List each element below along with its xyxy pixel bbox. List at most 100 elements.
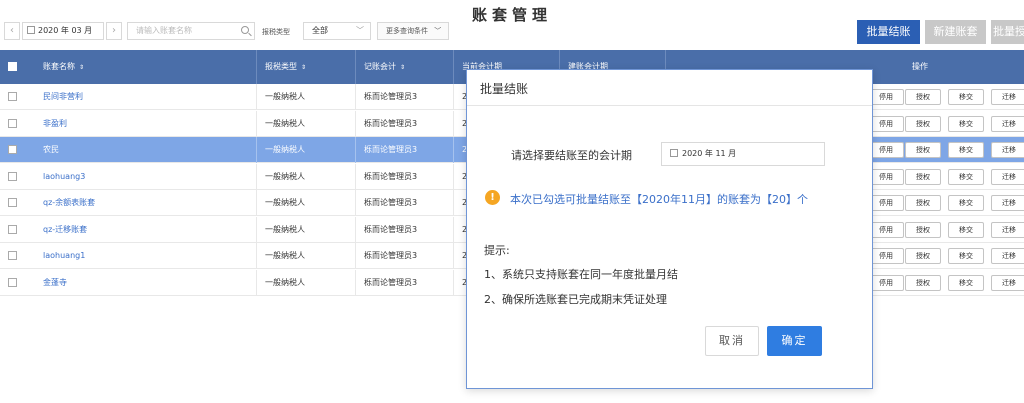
row-checkbox[interactable] <box>8 118 17 128</box>
chevron-down-icon: ﹀ <box>356 26 364 35</box>
tax-type-cell: 一般纳税人 <box>257 110 356 137</box>
batch-close-button[interactable]: 批量结账 <box>857 20 920 44</box>
authorize-button[interactable]: 授权 <box>905 248 941 264</box>
prev-period-button[interactable]: ‹ <box>4 22 20 40</box>
tips-title: 提示: <box>484 244 510 257</box>
col-header-tax[interactable]: 报税类型 ⇕ <box>257 50 356 84</box>
tax-type-cell: 一般纳税人 <box>257 137 356 163</box>
close-period-value: 2020 年 11 月 <box>682 149 737 158</box>
authorize-button[interactable]: 授权 <box>905 142 941 158</box>
sort-icon[interactable]: ⇕ <box>301 51 306 85</box>
migrate-button[interactable]: 迁移 <box>991 142 1024 158</box>
authorize-button[interactable]: 授权 <box>905 274 941 291</box>
new-account-button[interactable]: 新建账套 <box>925 20 986 44</box>
accountant-cell: 栎而论管理员3 <box>356 190 454 216</box>
tip-item: 2、确保所选账套已完成期末凭证处理 <box>484 293 667 306</box>
account-name-link[interactable]: 非盈利 <box>35 110 257 137</box>
close-period-picker[interactable]: 2020 年 11 月 <box>661 142 825 166</box>
tax-type-cell: 一般纳税人 <box>257 190 356 216</box>
search-icon[interactable] <box>241 26 249 34</box>
tax-type-label: 报税类型 <box>262 28 290 36</box>
accountant-cell: 栎而论管理员3 <box>356 137 454 163</box>
account-name-link[interactable]: laohuang1 <box>35 243 257 269</box>
transfer-button[interactable]: 移交 <box>948 195 984 211</box>
transfer-button[interactable]: 移交 <box>948 89 984 105</box>
disable-button[interactable]: 停用 <box>868 221 904 238</box>
accountant-cell: 栎而论管理员3 <box>356 84 454 110</box>
period-label: 请选择要结账至的会计期 <box>511 149 632 162</box>
period-value: 2020 年 03 月 <box>38 26 93 35</box>
disable-button[interactable]: 停用 <box>868 115 904 132</box>
account-name-link[interactable]: laohuang3 <box>35 163 257 190</box>
warning-message: 本次已勾选可批量结账至【2020年11月】的账套为【20】个 <box>510 193 808 206</box>
confirm-button[interactable]: 确定 <box>767 326 822 356</box>
batch-close-dialog: 批量结账 请选择要结账至的会计期 2020 年 11 月 ! 本次已勾选可批量结… <box>466 69 873 389</box>
disable-button[interactable]: 停用 <box>868 142 904 158</box>
account-name-link[interactable]: 农民 <box>35 137 257 163</box>
authorize-button[interactable]: 授权 <box>905 168 941 185</box>
migrate-button[interactable]: 迁移 <box>991 221 1024 238</box>
migrate-button[interactable]: 迁移 <box>991 89 1024 105</box>
search-input[interactable]: 请输入账套名称 <box>127 22 255 40</box>
disable-button[interactable]: 停用 <box>868 89 904 105</box>
row-checkbox[interactable] <box>8 92 17 101</box>
account-name-link[interactable]: 金蓬寺 <box>35 269 257 296</box>
migrate-button[interactable]: 迁移 <box>991 115 1024 132</box>
select-all-checkbox[interactable] <box>8 62 17 71</box>
disable-button[interactable]: 停用 <box>868 248 904 264</box>
migrate-button[interactable]: 迁移 <box>991 274 1024 291</box>
migrate-button[interactable]: 迁移 <box>991 195 1024 211</box>
transfer-button[interactable]: 移交 <box>948 115 984 132</box>
chevron-down-icon: ﹀ <box>434 27 442 35</box>
next-period-button[interactable]: › <box>106 22 122 40</box>
more-filters-button[interactable]: 更多查询条件 ﹀ <box>377 22 449 40</box>
col-header-accountant[interactable]: 记账会计 ⇕ <box>356 50 454 84</box>
batch-authorize-button[interactable]: 批量授 <box>991 20 1024 44</box>
tax-type-select[interactable]: 全部 ﹀ <box>303 22 371 40</box>
tax-type-cell: 一般纳税人 <box>257 163 356 190</box>
accountant-cell: 栎而论管理员3 <box>356 163 454 190</box>
row-checkbox[interactable] <box>8 277 17 287</box>
search-placeholder: 请输入账套名称 <box>136 26 192 35</box>
account-name-link[interactable]: 民间非营利 <box>35 84 257 110</box>
sort-icon[interactable]: ⇕ <box>79 51 84 85</box>
authorize-button[interactable]: 授权 <box>905 195 941 211</box>
sort-icon[interactable]: ⇕ <box>400 51 405 85</box>
migrate-button[interactable]: 迁移 <box>991 248 1024 264</box>
transfer-button[interactable]: 移交 <box>948 221 984 238</box>
row-checkbox[interactable] <box>8 171 17 181</box>
page: 账套管理 ‹ 2020 年 03 月 › 请输入账套名称 报税类型 全部 ﹀ 更… <box>0 0 1024 403</box>
row-checkbox[interactable] <box>8 224 17 234</box>
authorize-button[interactable]: 授权 <box>905 89 941 105</box>
disable-button[interactable]: 停用 <box>868 195 904 211</box>
toolbar: 账套管理 ‹ 2020 年 03 月 › 请输入账套名称 报税类型 全部 ﹀ 更… <box>0 0 1024 50</box>
transfer-button[interactable]: 移交 <box>948 168 984 185</box>
dialog-title: 批量结账 <box>480 82 529 96</box>
warning-icon: ! <box>485 190 500 205</box>
calendar-icon <box>27 26 35 34</box>
migrate-button[interactable]: 迁移 <box>991 168 1024 185</box>
transfer-button[interactable]: 移交 <box>948 248 984 264</box>
transfer-button[interactable]: 移交 <box>948 142 984 158</box>
more-filters-label: 更多查询条件 <box>386 27 428 35</box>
authorize-button[interactable]: 授权 <box>905 221 941 238</box>
accountant-cell: 栎而论管理员3 <box>356 216 454 243</box>
account-name-link[interactable]: qz-迁移账套 <box>35 216 257 243</box>
tax-type-cell: 一般纳税人 <box>257 84 356 110</box>
dialog-header: 批量结账 <box>467 70 872 106</box>
cancel-button[interactable]: 取消 <box>705 326 759 356</box>
tip-item: 1、系统只支持账套在同一年度批量月结 <box>484 268 678 281</box>
disable-button[interactable]: 停用 <box>868 168 904 185</box>
row-checkbox[interactable] <box>8 198 17 207</box>
accountant-cell: 栎而论管理员3 <box>356 110 454 137</box>
authorize-button[interactable]: 授权 <box>905 115 941 132</box>
row-checkbox[interactable] <box>8 251 17 260</box>
accountant-cell: 栎而论管理员3 <box>356 243 454 269</box>
period-picker[interactable]: 2020 年 03 月 <box>22 22 104 40</box>
transfer-button[interactable]: 移交 <box>948 274 984 291</box>
col-header-name[interactable]: 账套名称 ⇕ <box>35 50 257 84</box>
row-checkbox[interactable] <box>8 145 17 154</box>
disable-button[interactable]: 停用 <box>868 274 904 291</box>
account-name-link[interactable]: qz-余额表账套 <box>35 190 257 216</box>
tax-type-value: 全部 <box>312 26 328 35</box>
